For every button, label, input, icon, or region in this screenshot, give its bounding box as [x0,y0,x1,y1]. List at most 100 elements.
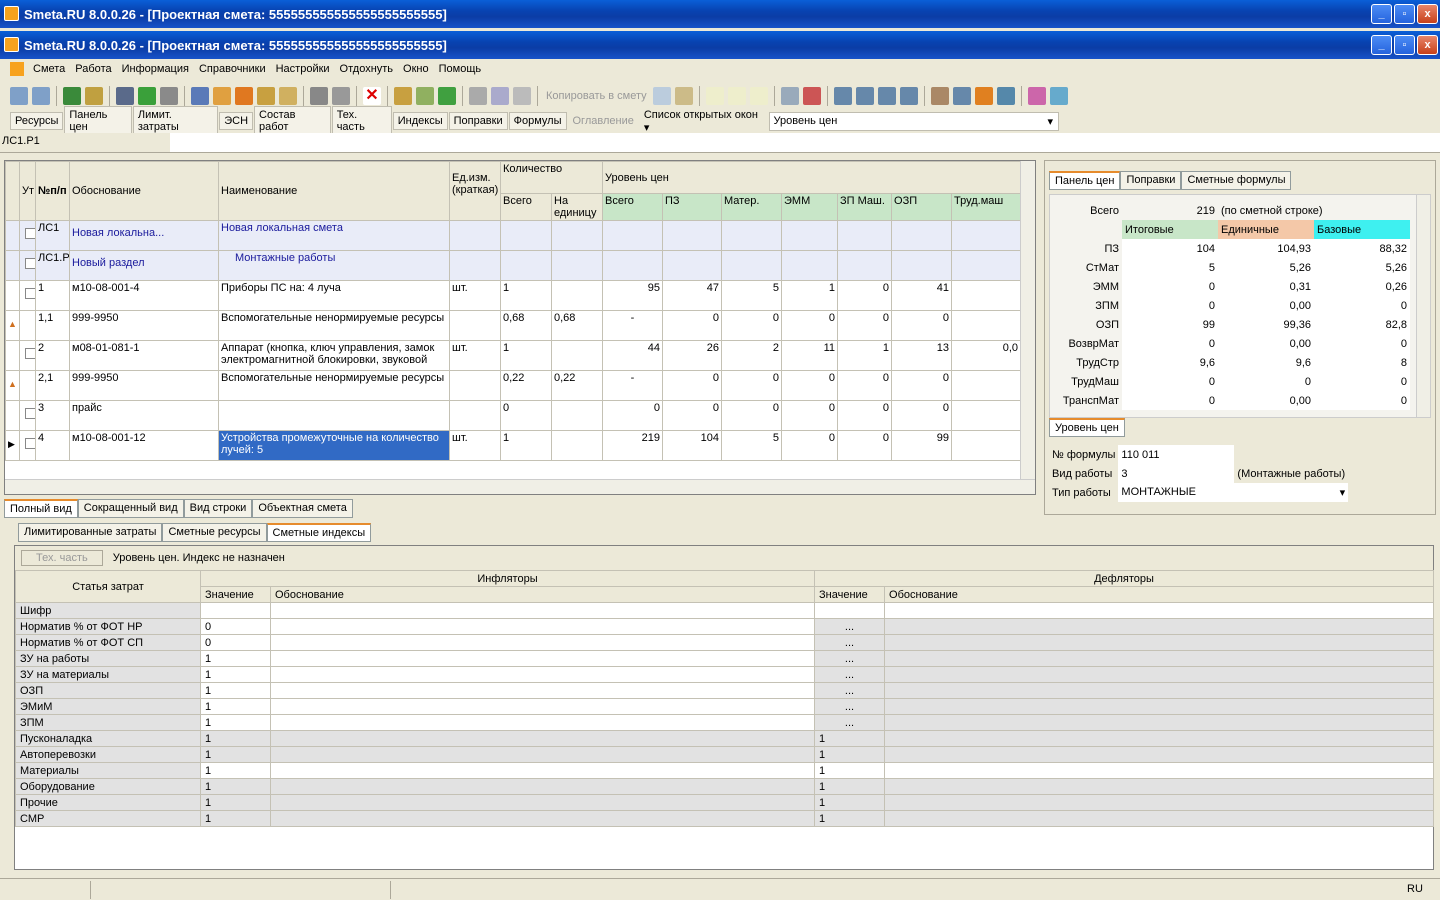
table-row[interactable]: ▲ 1,1 999-9950 Вспомогательные ненормиру… [5,310,1022,341]
vehicle-icon[interactable] [952,87,971,105]
tab-full-view[interactable]: Полный вид [4,499,78,518]
list-icon[interactable] [780,87,799,105]
cut-icon[interactable] [469,87,487,105]
price-level-select[interactable]: Уровень цен ▾ [768,111,1059,131]
outdent-icon[interactable] [855,87,874,105]
rp-tab-price[interactable]: Панель цен [1049,171,1121,190]
doc-close-button[interactable]: x [1417,35,1438,55]
recalc-icon[interactable] [191,87,209,105]
menu-smeta[interactable]: Смета [28,63,70,75]
copy-to-estimate-button[interactable]: Копировать в смету [542,90,651,102]
tab-estimate-indexes[interactable]: Сметные индексы [266,523,372,542]
refresh-icon[interactable] [138,87,156,105]
table-row[interactable]: ЭМиМ 1... [15,698,1435,715]
table-row[interactable]: ЗУ на работы 1... [15,650,1435,667]
table-row[interactable]: 3 прайс 0 0 0 0 0 0 0 [5,400,1022,431]
table-row[interactable]: Оборудование 1 1 [15,778,1435,795]
header-zpm[interactable]: ЗП Маш. [837,193,893,221]
header-qty[interactable]: Количество [499,161,604,194]
table-row[interactable]: Пусконаладка 1 1 [15,730,1435,747]
menu-spravochniki[interactable]: Справочники [194,63,271,75]
tab-row-view[interactable]: Вид строки [183,499,253,518]
table-row[interactable]: ОЗП 1... [15,682,1435,699]
menu-info[interactable]: Информация [117,63,194,75]
table-row[interactable]: 1 м10-08-001-4 Приборы ПС на: 4 луча шт.… [5,280,1022,311]
books-icon[interactable] [1027,87,1046,105]
tab-estimate-resources[interactable]: Сметные ресурсы [162,523,267,542]
excel-icon[interactable] [63,87,81,105]
minimize-button[interactable]: _ [1371,4,1392,24]
doc-maximize-button[interactable]: ▫ [1394,35,1415,55]
add-icon[interactable] [416,87,434,105]
header-name[interactable]: Наименование [218,161,450,221]
table-row[interactable]: Норматив % от ФОТ СП 0... [15,634,1435,651]
table-row[interactable]: Шифр [15,602,1435,619]
table-row[interactable]: Прочие 1 1 [15,794,1435,811]
rp-tab-corrections[interactable]: Поправки [1120,171,1182,190]
doc-icon[interactable] [705,87,724,105]
tab-price-panel[interactable]: Панель цен [64,106,132,136]
table-row[interactable]: Материалы 1 1 [15,762,1435,779]
row-checkbox[interactable] [25,408,35,419]
tab-limit[interactable]: Лимит. затраты [132,106,219,136]
maximize-button[interactable]: ▫ [1394,4,1415,24]
header-basis[interactable]: Обоснование [69,161,219,221]
menu-okno[interactable]: Окно [398,63,434,75]
header-price-level[interactable]: Уровень цен [602,161,1022,194]
tab-esn[interactable]: ЭСН [219,112,254,130]
table-row[interactable]: ЗУ на материалы 1... [15,666,1435,683]
header-mat[interactable]: Матер. [721,193,783,221]
tech-part-button[interactable]: Тех. часть [21,550,103,566]
indent-icon[interactable] [833,87,852,105]
row-checkbox[interactable] [25,288,35,299]
tab-resources[interactable]: Ресурсы [10,112,64,130]
cell-address[interactable]: ЛС1.Р1 [0,133,170,152]
header-qty-unit[interactable]: На единицу [550,193,604,221]
row-checkbox[interactable] [25,348,35,359]
table-row[interactable]: ЗПМ 1... [15,714,1435,731]
truck-icon[interactable] [332,87,350,105]
table-row[interactable]: Норматив % от ФОТ НР 0... [15,618,1435,635]
header-total[interactable]: Всего [602,193,664,221]
helmet2-icon[interactable] [974,87,993,105]
rp-tab-price-level[interactable]: Уровень цен [1049,418,1125,437]
row-checkbox[interactable] [25,438,35,449]
menu-nastroiki[interactable]: Настройки [271,63,335,75]
table-row[interactable]: ЛС1.Р Новый раздел Монтажные работы [5,250,1022,281]
insert-row-icon[interactable] [32,87,50,105]
paste-icon[interactable] [513,87,531,105]
up-icon[interactable] [438,87,456,105]
rp-tab-formulas[interactable]: Сметные формулы [1181,171,1292,190]
doc2-icon[interactable] [727,87,746,105]
tab-object-estimate[interactable]: Объектная смета [252,499,353,518]
horizontal-scrollbar[interactable] [5,479,1035,494]
resource-icon[interactable] [213,87,231,105]
comment-icon[interactable] [279,87,297,105]
header-ozp[interactable]: ОЗП [891,193,953,221]
table-row-selected[interactable]: ▶ 4 м10-08-001-12 Устройства промежуточн… [5,430,1022,461]
close-button[interactable]: x [1417,4,1438,24]
worktype-field[interactable]: 3 [1118,464,1235,483]
header-unit[interactable]: Ед.изм. (краткая) [449,161,501,221]
hammer-icon[interactable] [930,87,949,105]
header-trud[interactable]: Труд.маш [951,193,1022,221]
menu-pomosh[interactable]: Помощь [434,63,487,75]
menu-rabota[interactable]: Работа [70,63,116,75]
new-row-icon[interactable] [10,87,28,105]
machine-icon[interactable] [310,87,328,105]
language-indicator[interactable]: RU [1407,883,1423,895]
tab-composition[interactable]: Состав работ [254,106,331,136]
tab-formulas[interactable]: Формулы [508,112,567,130]
table-row[interactable]: СМР 1 1 [15,810,1435,827]
header-ut[interactable]: Ут [19,161,36,221]
tab-indexes[interactable]: Индексы [392,112,448,130]
package-icon[interactable] [257,87,275,105]
helmet-icon[interactable] [235,87,253,105]
copy2-icon[interactable] [652,87,671,105]
table-row[interactable]: Автоперевозки 1 1 [15,746,1435,763]
tab-tech[interactable]: Тех. часть [331,106,392,136]
header-qty-total[interactable]: Всего [500,193,552,221]
formula-field[interactable]: 110 011 [1118,445,1235,464]
tab-short-view[interactable]: Сокращенный вид [77,499,184,518]
header-num[interactable]: №п/п [35,161,70,221]
